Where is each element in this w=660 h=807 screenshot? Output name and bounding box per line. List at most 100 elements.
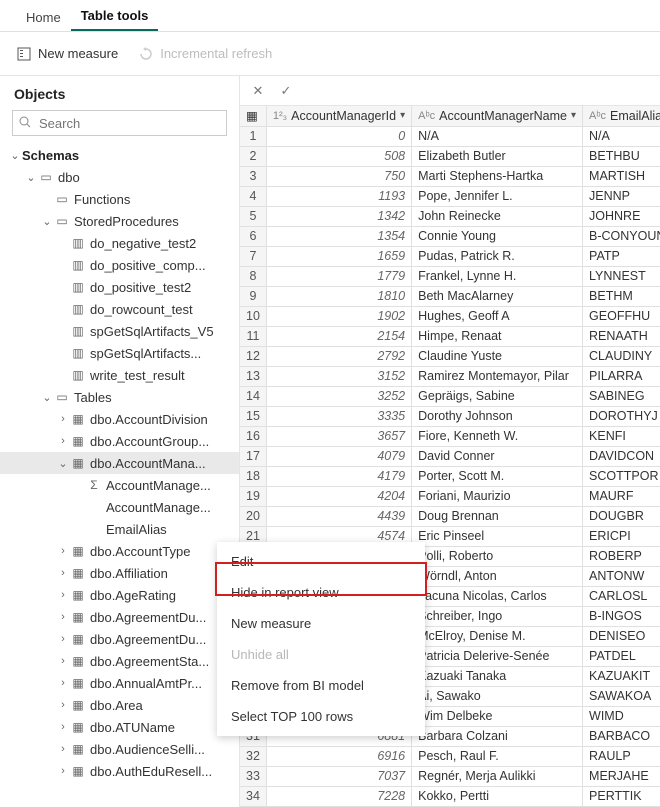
storedproc-item[interactable]: ›▥spGetSqlArtifacts_V5: [0, 320, 239, 342]
cell-alias[interactable]: BETHM: [583, 286, 660, 306]
table-item[interactable]: ›▦dbo.Area: [0, 694, 239, 716]
schema-dbo[interactable]: ⌄ ▭ dbo: [0, 166, 239, 188]
table-row[interactable]: 91810Beth MacAlarneyBETHM: [240, 286, 660, 306]
cell-alias[interactable]: ERICPI: [583, 526, 660, 546]
cell-alias[interactable]: DAVIDCON: [583, 446, 660, 466]
cell-id[interactable]: 1779: [266, 266, 411, 286]
table-row[interactable]: 184179Porter, Scott M.SCOTTPOR: [240, 466, 660, 486]
cell-alias[interactable]: BETHBU: [583, 146, 660, 166]
storedproc-item[interactable]: ›▥do_rowcount_test: [0, 298, 239, 320]
tab-table-tools[interactable]: Table tools: [71, 2, 159, 31]
context-menu-remove-from-bi-model[interactable]: Remove from BI model: [217, 670, 425, 701]
cell-alias[interactable]: DENISEO: [583, 626, 660, 646]
table-row[interactable]: 337037Regnér, Merja AulikkiMERJAHE: [240, 766, 660, 786]
table-row[interactable]: 61354Connie YoungB-CONYOUNG: [240, 226, 660, 246]
cell-name[interactable]: Barbara Colzani: [412, 726, 583, 746]
cell-alias[interactable]: PERTTIK: [583, 786, 660, 806]
cell-alias[interactable]: CARLOSL: [583, 586, 660, 606]
table-row[interactable]: 10N/AN/A: [240, 126, 660, 146]
table-row[interactable]: 101902Hughes, Geoff AGEOFFHU: [240, 306, 660, 326]
cell-name[interactable]: Kokko, Pertti: [412, 786, 583, 806]
table-row[interactable]: 326916Pesch, Raul F.RAULP: [240, 746, 660, 766]
context-menu-edit[interactable]: Edit: [217, 546, 425, 577]
cell-alias[interactable]: RENAATH: [583, 326, 660, 346]
table-row[interactable]: 174079David ConnerDAVIDCON: [240, 446, 660, 466]
table-item[interactable]: ›▦dbo.AnnualAmtPr...: [0, 672, 239, 694]
table-row[interactable]: 3750Marti Stephens-HartkaMARTISH: [240, 166, 660, 186]
table-row[interactable]: 133152Ramirez Montemayor, PilarPILARRA: [240, 366, 660, 386]
cell-name[interactable]: N/A: [412, 126, 583, 146]
schemas-node[interactable]: ⌄ Schemas: [0, 144, 239, 166]
cell-name[interactable]: Marti Stephens-Hartka: [412, 166, 583, 186]
table-item[interactable]: ›▦dbo.AgeRating: [0, 584, 239, 606]
cell-alias[interactable]: ROBERP: [583, 546, 660, 566]
table-accountmanager[interactable]: ⌄ ▦ dbo.AccountMana...: [0, 452, 239, 474]
cell-alias[interactable]: N/A: [583, 126, 660, 146]
cell-alias[interactable]: WIMD: [583, 706, 660, 726]
table-row[interactable]: 112154Himpe, RenaatRENAATH: [240, 326, 660, 346]
table-row[interactable]: 2508Elizabeth ButlerBETHBU: [240, 146, 660, 166]
cell-name[interactable]: Regnér, Merja Aulikki: [412, 766, 583, 786]
cell-id[interactable]: 2154: [266, 326, 411, 346]
cell-id[interactable]: 3252: [266, 386, 411, 406]
table-item[interactable]: ›▦dbo.AgreementDu...: [0, 606, 239, 628]
cell-alias[interactable]: PATP: [583, 246, 660, 266]
column-header-accountmanagerid[interactable]: 1²₃ AccountManagerId ▾: [266, 106, 411, 126]
storedprocedures-node[interactable]: ⌄ ▭ StoredProcedures: [0, 210, 239, 232]
table-item[interactable]: ›▦dbo.AgreementDu...: [0, 628, 239, 650]
cell-id[interactable]: 6916: [266, 746, 411, 766]
cell-id[interactable]: 7037: [266, 766, 411, 786]
storedproc-item[interactable]: ›▥write_test_result: [0, 364, 239, 386]
cell-alias[interactable]: JENNP: [583, 186, 660, 206]
cell-alias[interactable]: KENFI: [583, 426, 660, 446]
cell-name[interactable]: Pudas, Patrick R.: [412, 246, 583, 266]
table-item[interactable]: ›▦dbo.Affiliation: [0, 562, 239, 584]
table-item[interactable]: ›▦dbo.AuthEduResell...: [0, 760, 239, 782]
cell-name[interactable]: David Conner: [412, 446, 583, 466]
cell-name[interactable]: Hughes, Geoff A: [412, 306, 583, 326]
table-row[interactable]: 204439Doug BrennanDOUGBR: [240, 506, 660, 526]
cell-alias[interactable]: PATDEL: [583, 646, 660, 666]
cell-name[interactable]: Eric Pinseel: [412, 526, 583, 546]
cell-alias[interactable]: MAURF: [583, 486, 660, 506]
cell-name[interactable]: Dorothy Johnson: [412, 406, 583, 426]
cell-alias[interactable]: SAWAKOA: [583, 686, 660, 706]
cell-name[interactable]: Kazuaki Tanaka: [412, 666, 583, 686]
cell-id[interactable]: 0: [266, 126, 411, 146]
table-row[interactable]: 347228Kokko, PerttiPERTTIK: [240, 786, 660, 806]
cell-name[interactable]: Elizabeth Butler: [412, 146, 583, 166]
cell-name[interactable]: Lacuna Nicolas, Carlos: [412, 586, 583, 606]
cell-alias[interactable]: B-INGOS: [583, 606, 660, 626]
cell-name[interactable]: Polli, Roberto: [412, 546, 583, 566]
column-accountmanagername[interactable]: › AccountManage...: [0, 496, 239, 518]
cell-alias[interactable]: JOHNRE: [583, 206, 660, 226]
cell-alias[interactable]: SABINEG: [583, 386, 660, 406]
cell-id[interactable]: 1902: [266, 306, 411, 326]
cell-id[interactable]: 1810: [266, 286, 411, 306]
cell-alias[interactable]: RAULP: [583, 746, 660, 766]
cell-name[interactable]: Doug Brennan: [412, 506, 583, 526]
cell-name[interactable]: Frankel, Lynne H.: [412, 266, 583, 286]
storedproc-item[interactable]: ›▥do_negative_test2: [0, 232, 239, 254]
cell-id[interactable]: 1193: [266, 186, 411, 206]
cell-name[interactable]: Wim Delbeke: [412, 706, 583, 726]
cell-alias[interactable]: BARBACO: [583, 726, 660, 746]
table-row[interactable]: 194204Foriani, MaurizioMAURF: [240, 486, 660, 506]
cell-id[interactable]: 3335: [266, 406, 411, 426]
cell-alias[interactable]: GEOFFHU: [583, 306, 660, 326]
storedproc-item[interactable]: ›▥do_positive_test2: [0, 276, 239, 298]
column-header-accountmanagername[interactable]: Aᵇc AccountManagerName ▾: [412, 106, 583, 126]
column-dropdown-icon[interactable]: ▾: [571, 110, 576, 121]
cell-alias[interactable]: LYNNEST: [583, 266, 660, 286]
cell-name[interactable]: Ramirez Montemayor, Pilar: [412, 366, 583, 386]
cell-id[interactable]: 1354: [266, 226, 411, 246]
table-item[interactable]: ›▦dbo.AccountDivision: [0, 408, 239, 430]
cell-name[interactable]: Pope, Jennifer L.: [412, 186, 583, 206]
cell-alias[interactable]: DOROTHYJ: [583, 406, 660, 426]
cell-name[interactable]: Wörndl, Anton: [412, 566, 583, 586]
cell-name[interactable]: Gepräigs, Sabine: [412, 386, 583, 406]
table-item[interactable]: ›▦dbo.AudienceSelli...: [0, 738, 239, 760]
cancel-formula-button[interactable]: ✕: [248, 81, 268, 101]
table-item[interactable]: ›▦dbo.ATUName: [0, 716, 239, 738]
cell-id[interactable]: 1659: [266, 246, 411, 266]
